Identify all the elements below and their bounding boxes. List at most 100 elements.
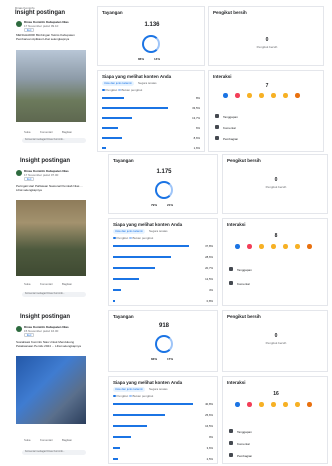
tanggapan-label: Tanggapan	[237, 430, 252, 434]
komentar-label: Komentar	[223, 126, 237, 130]
tab-top-countries[interactable]: Negara teratas	[136, 81, 159, 86]
legend: Pengikut Bukan pengikut	[102, 88, 142, 92]
love-reaction-icon	[247, 402, 252, 407]
angry-reaction-icon	[307, 402, 312, 407]
pct-non-followers: 17%	[167, 357, 174, 361]
age-bar-1	[113, 403, 193, 406]
age-pct-1: 8%	[195, 96, 200, 100]
age-pct-5: 3,6%	[206, 446, 213, 450]
page-avatar	[16, 21, 22, 27]
care-reaction-icon	[259, 402, 264, 407]
sad-reaction-icon	[283, 93, 288, 98]
wow-reaction-icon	[283, 244, 288, 249]
comment-input[interactable]: Komentari sebagai Dinas Kominfo...	[22, 292, 86, 297]
comment-action[interactable]: Komentari	[40, 282, 53, 286]
post-photo[interactable]	[16, 50, 86, 122]
tayangan-card: Tayangan 918 83% 17%	[108, 310, 218, 372]
share-action[interactable]: Bagikan	[62, 282, 72, 286]
post-preview-1: Dinas Kominfo Insight postingan Dinas Ko…	[14, 6, 88, 148]
age-bar-5	[113, 289, 121, 292]
age-bar-4	[113, 436, 131, 439]
interaksi-card: Interaksi 8 Tanggapan Komentar	[222, 218, 328, 306]
comments-icon	[229, 441, 233, 445]
tab-age-gender[interactable]: Usia dan jenis kelamin	[102, 81, 134, 86]
tanggapan-label: Tanggapan	[223, 115, 238, 119]
follow-button[interactable]: Ikuti	[24, 333, 34, 337]
tab-top-countries[interactable]: Negara teratas	[147, 229, 170, 234]
tab-age-gender[interactable]: Usia dan jenis kelamin	[113, 387, 145, 392]
insight-title: Insight postingan	[20, 158, 70, 164]
komentar-label: Komentar	[237, 442, 251, 446]
tab-age-gender[interactable]: Usia dan jenis kelamin	[113, 229, 145, 234]
audience-title: Siapa yang melihat konten Anda	[113, 380, 183, 385]
follow-button[interactable]: Ikuti	[24, 28, 34, 32]
comment-action[interactable]: Komentari	[40, 130, 53, 134]
insight-title: Insight postingan	[15, 10, 65, 16]
pengikut-value: 0	[265, 37, 269, 43]
insight-title: Insight postingan	[20, 314, 70, 320]
like-reaction-icon	[235, 244, 240, 249]
interaksi-card: Interaksi 16 Tanggapan Komentar Pembagia…	[222, 376, 328, 464]
interaksi-total: 16	[273, 391, 279, 397]
post-caption: Sosialisasi Kominfo Nias Untuk Mendukung…	[16, 340, 81, 348]
tayangan-title: Tayangan	[113, 314, 134, 319]
like-action[interactable]: Suka	[24, 438, 30, 442]
shares-icon	[229, 453, 233, 457]
like-reaction-icon	[235, 402, 240, 407]
pengikut-title: Pengikut bersih	[227, 158, 261, 163]
pct-non-followers: 14%	[154, 57, 161, 61]
tayangan-donut	[142, 35, 160, 53]
pct-followers: 79%	[151, 203, 158, 207]
post-preview-3: Insight postingan Dinas Kominfo Kabupate…	[14, 314, 88, 462]
angry-reaction-icon	[295, 93, 300, 98]
follow-button[interactable]: Ikuti	[24, 177, 34, 181]
haha-reaction-icon	[271, 402, 276, 407]
share-action[interactable]: Bagikan	[62, 130, 72, 134]
age-pct-3: 13,7%	[192, 116, 200, 120]
komentar-label: Komentar	[237, 282, 251, 286]
pengikut-card: Pengikut bersih 0 Pengikut bersih	[208, 6, 324, 66]
angry-reaction-icon	[307, 244, 312, 249]
comment-input[interactable]: Komentari sebagai Dinas Kominfo...	[22, 450, 86, 455]
audience-card: Siapa yang melihat konten Anda Usia dan …	[108, 218, 218, 306]
post-photo[interactable]	[16, 200, 86, 276]
age-bar-6	[113, 458, 118, 461]
post-caption: Peringati Hari Pahlawan Nasional Pemkab …	[16, 184, 83, 192]
tayangan-value: 918	[158, 323, 169, 329]
legend: Pengikut Bukan pengikut	[113, 236, 153, 240]
pengikut-title: Pengikut bersih	[227, 314, 261, 319]
tayangan-value: 1.136	[144, 22, 160, 28]
like-action[interactable]: Suka	[24, 130, 30, 134]
audience-title: Siapa yang melihat konten Anda	[113, 222, 183, 227]
comment-action[interactable]: Komentari	[40, 438, 53, 442]
audience-title: Siapa yang melihat konten Anda	[102, 74, 172, 79]
share-action[interactable]: Bagikan	[62, 438, 72, 442]
post-insight-block-3: Insight postingan Dinas Kominfo Kabupate…	[0, 310, 332, 466]
pct-non-followers: 21%	[167, 203, 174, 207]
sad-reaction-icon	[295, 402, 300, 407]
reactions-icon	[215, 114, 219, 118]
tayangan-card: Tayangan 1.136 86% 14%	[97, 6, 205, 66]
pengikut-sub: Pengikut bersih	[265, 341, 287, 345]
love-reaction-icon	[247, 244, 252, 249]
page-avatar	[16, 170, 22, 176]
tab-top-countries[interactable]: Negara teratas	[147, 387, 170, 392]
comment-input[interactable]: Komentari sebagai Dinas Kominfo...	[22, 138, 86, 143]
age-bar-6	[113, 300, 115, 303]
interaksi-total: 8	[274, 233, 278, 239]
like-action[interactable]: Suka	[24, 282, 30, 286]
post-photo[interactable]	[16, 356, 86, 424]
interaksi-title: Interaksi	[213, 74, 232, 79]
reactions-icon	[229, 267, 233, 271]
tanggapan-label: Tanggapan	[237, 268, 252, 272]
age-bar-3	[113, 425, 147, 428]
sad-reaction-icon	[295, 244, 300, 249]
pengikut-card: Pengikut bersih 0 Pengikut bersih	[222, 154, 328, 214]
page-avatar	[16, 326, 22, 332]
reactions-icon	[229, 429, 233, 433]
post-insight-block-1: Dinas Kominfo Insight postingan Dinas Ko…	[0, 0, 332, 152]
tayangan-card: Tayangan 1.175 79% 21%	[108, 154, 218, 214]
tayangan-donut	[155, 335, 173, 353]
age-pct-6: 1,6%	[193, 146, 200, 150]
interaksi-card: Interaksi 7 Tanggapan Komentar Pembagian	[208, 70, 324, 152]
